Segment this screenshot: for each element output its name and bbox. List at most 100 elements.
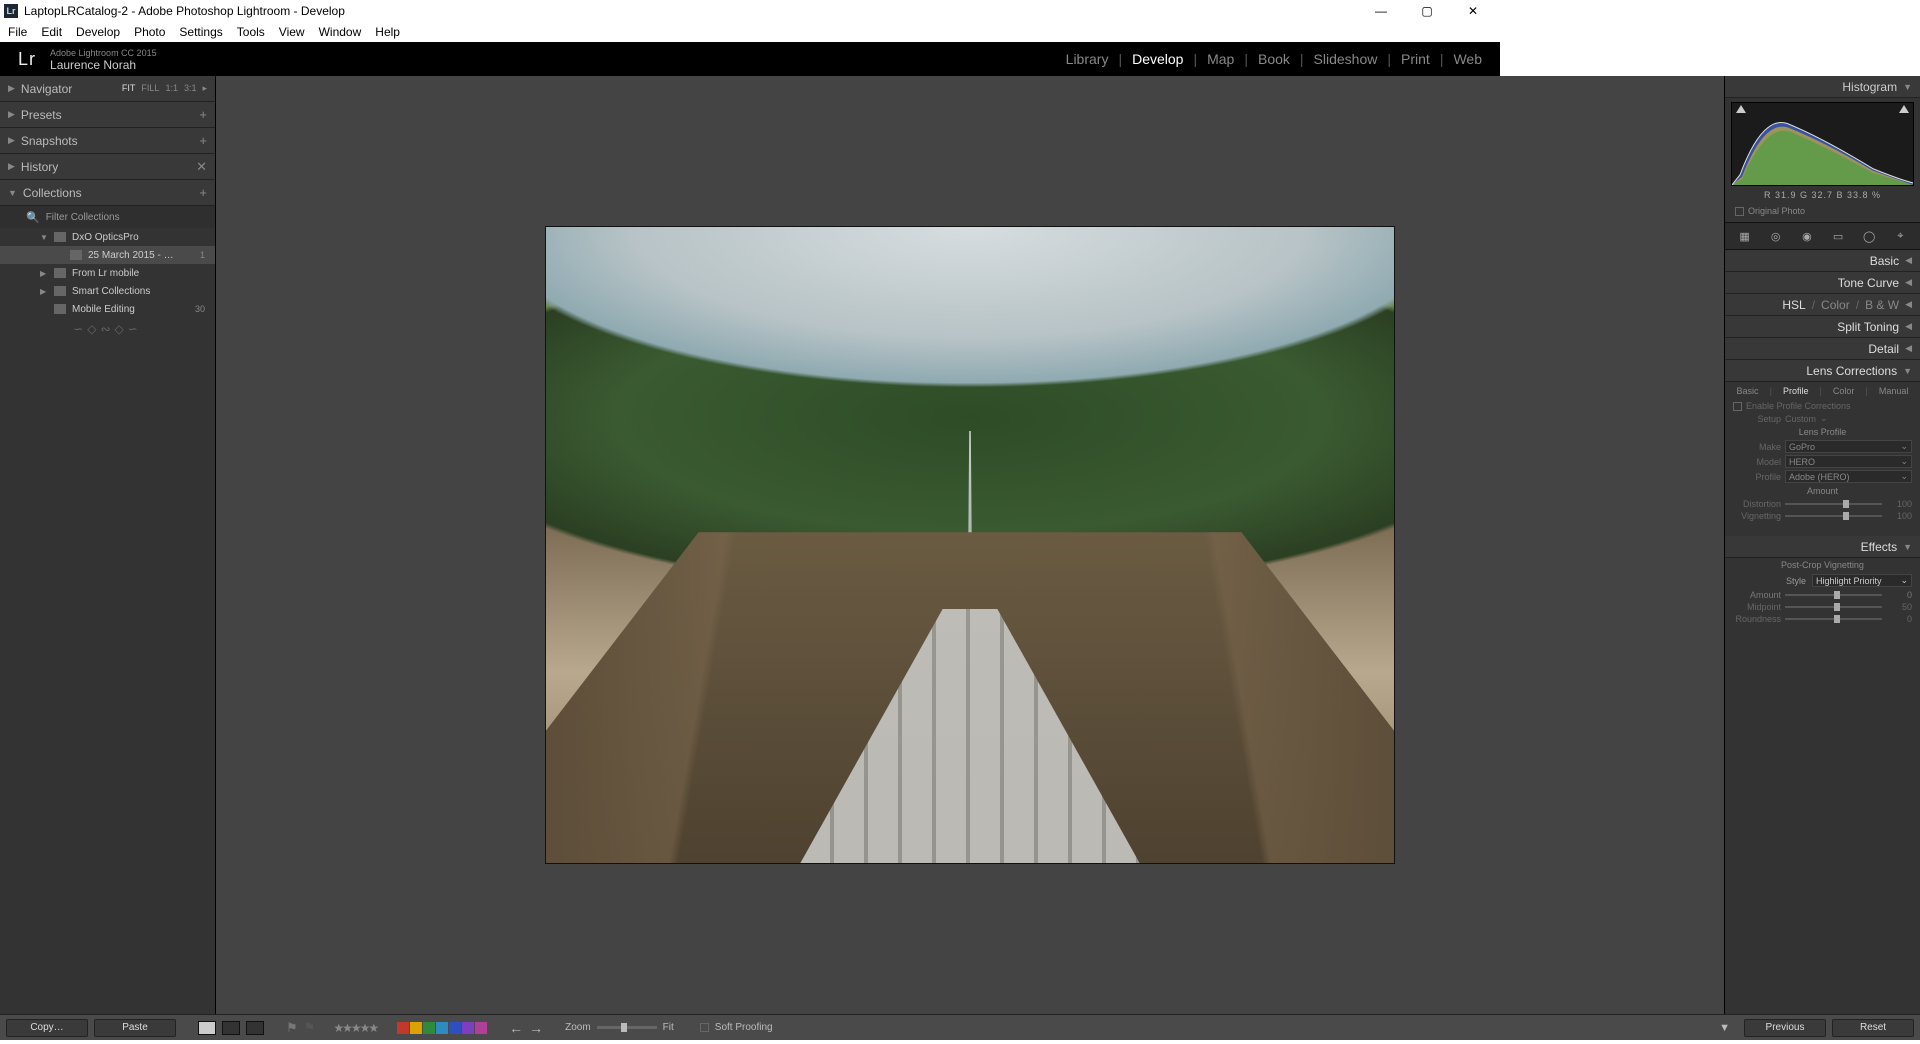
before-after-icon[interactable] <box>222 1021 240 1035</box>
module-map[interactable]: Map <box>1207 51 1234 67</box>
setup-row[interactable]: Setup Custom ⌄ <box>1725 412 1920 425</box>
develop-preview-image[interactable] <box>546 227 1394 863</box>
profile-field[interactable]: Adobe (HERO)⌄ <box>1785 470 1912 483</box>
color-label[interactable] <box>449 1022 461 1034</box>
previous-button[interactable]: Previous <box>1744 1019 1826 1037</box>
add-snapshot-icon[interactable]: + <box>199 133 207 148</box>
filter-collections-input[interactable]: 🔍 Filter Collections <box>0 206 215 228</box>
copy-button[interactable]: Copy… <box>6 1019 88 1037</box>
basic-section[interactable]: Basic◀ <box>1725 250 1920 272</box>
window-minimize-button[interactable]: — <box>1358 0 1404 22</box>
enable-profile-row[interactable]: Enable Profile Corrections <box>1725 400 1920 412</box>
zoom-3to1[interactable]: 3:1 <box>184 83 197 94</box>
lens-tab-manual[interactable]: Manual <box>1879 386 1909 396</box>
collection-item[interactable]: ▶ Smart Collections <box>0 282 215 300</box>
lens-make-row[interactable]: Make GoPro⌄ <box>1725 439 1920 454</box>
vignetting-row[interactable]: Vignetting 100 <box>1725 510 1920 522</box>
menu-help[interactable]: Help <box>375 25 400 39</box>
effects-section[interactable]: Effects▼ <box>1725 536 1920 558</box>
menu-develop[interactable]: Develop <box>76 25 120 39</box>
vignetting-slider[interactable] <box>1785 515 1882 517</box>
image-canvas-area[interactable] <box>216 76 1724 1014</box>
adjustment-brush-icon[interactable]: ⌖ <box>1888 226 1912 246</box>
distortion-row[interactable]: Distortion 100 <box>1725 498 1920 510</box>
lens-tab-basic[interactable]: Basic <box>1737 386 1759 396</box>
distortion-slider[interactable] <box>1785 503 1882 505</box>
collection-item[interactable]: ▶ From Lr mobile <box>0 264 215 282</box>
menu-window[interactable]: Window <box>319 25 362 39</box>
midpoint-slider[interactable] <box>1785 606 1882 608</box>
history-header[interactable]: ▶ History ✕ <box>0 154 215 180</box>
module-print[interactable]: Print <box>1401 51 1430 67</box>
roundness-slider[interactable] <box>1785 618 1882 620</box>
graduated-filter-icon[interactable]: ▭ <box>1826 226 1850 246</box>
soft-proof-checkbox[interactable] <box>700 1023 709 1032</box>
menu-view[interactable]: View <box>279 25 305 39</box>
add-collection-icon[interactable]: + <box>199 185 207 200</box>
menu-edit[interactable]: Edit <box>41 25 62 39</box>
checkbox-icon[interactable] <box>1733 402 1742 411</box>
flag-pick-icon[interactable]: ⚑ <box>286 1020 298 1036</box>
hsl-section[interactable]: HSL/ Color/ B & W ◀ <box>1725 294 1920 316</box>
next-photo-icon[interactable]: → <box>529 1020 543 1036</box>
chevron-icon[interactable]: ▸ <box>202 83 207 94</box>
effects-midpoint-row[interactable]: Midpoint 50 <box>1725 601 1920 613</box>
module-book[interactable]: Book <box>1258 51 1290 67</box>
radial-filter-icon[interactable]: ◯ <box>1857 226 1881 246</box>
color-label[interactable] <box>423 1022 435 1034</box>
color-label[interactable] <box>436 1022 448 1034</box>
menu-photo[interactable]: Photo <box>134 25 165 39</box>
menu-file[interactable]: File <box>8 25 27 39</box>
collections-header[interactable]: ▼ Collections + <box>0 180 215 206</box>
spot-removal-icon[interactable]: ◎ <box>1764 226 1788 246</box>
presets-header[interactable]: ▶ Presets + <box>0 102 215 128</box>
dropdown-icon[interactable]: ⌄ <box>1820 413 1828 424</box>
window-close-button[interactable]: ✕ <box>1450 0 1496 22</box>
collection-item[interactable]: Mobile Editing 30 <box>0 300 215 318</box>
highlight-clipping-icon[interactable] <box>1899 105 1909 113</box>
clear-history-icon[interactable]: ✕ <box>196 159 207 175</box>
shadow-clipping-icon[interactable] <box>1736 105 1746 113</box>
reset-button[interactable]: Reset <box>1832 1019 1914 1037</box>
amount-slider[interactable] <box>1785 594 1882 596</box>
color-label[interactable] <box>475 1022 487 1034</box>
flag-reject-icon[interactable]: ⚑ <box>304 1020 316 1036</box>
module-web[interactable]: Web <box>1453 51 1482 67</box>
histogram-header[interactable]: Histogram ▼ <box>1725 76 1920 98</box>
color-label[interactable] <box>410 1022 422 1034</box>
zoom-fill[interactable]: FILL <box>141 83 159 94</box>
lens-tab-profile[interactable]: Profile <box>1783 386 1809 396</box>
add-preset-icon[interactable]: + <box>199 107 207 122</box>
navigator-header[interactable]: ▶ Navigator FIT FILL 1:1 3:1 ▸ <box>0 76 215 102</box>
redeye-tool-icon[interactable]: ◉ <box>1795 226 1819 246</box>
original-photo-toggle[interactable]: Original Photo <box>1725 204 1920 222</box>
prev-photo-icon[interactable]: ← <box>509 1020 523 1036</box>
zoom-control[interactable]: Zoom Fit <box>565 1022 674 1033</box>
toolbar-options-icon[interactable]: ▼ <box>1719 1022 1730 1034</box>
color-label[interactable] <box>397 1022 409 1034</box>
snapshots-header[interactable]: ▶ Snapshots + <box>0 128 215 154</box>
detail-section[interactable]: Detail◀ <box>1725 338 1920 360</box>
zoom-fit[interactable]: FIT <box>122 83 136 94</box>
effects-style-row[interactable]: Style Highlight Priority⌄ <box>1725 572 1920 589</box>
window-maximize-button[interactable]: ▢ <box>1404 0 1450 22</box>
zoom-slider[interactable] <box>597 1026 657 1029</box>
make-field[interactable]: GoPro⌄ <box>1785 440 1912 453</box>
collection-item[interactable]: 25 March 2015 - … 1 <box>0 246 215 264</box>
before-after-split-icon[interactable] <box>246 1021 264 1035</box>
lens-profile-row[interactable]: Profile Adobe (HERO)⌄ <box>1725 469 1920 484</box>
crop-tool-icon[interactable]: ▦ <box>1733 226 1757 246</box>
rating-stars[interactable]: ★★★★★ <box>333 1021 377 1035</box>
menu-settings[interactable]: Settings <box>179 25 222 39</box>
zoom-1to1[interactable]: 1:1 <box>165 83 178 94</box>
loupe-view-icon[interactable] <box>198 1021 216 1035</box>
histogram-plot[interactable] <box>1731 102 1914 186</box>
identity-plate[interactable]: Adobe Lightroom CC 2015 Laurence Norah <box>50 47 157 71</box>
split-toning-section[interactable]: Split Toning◀ <box>1725 316 1920 338</box>
collection-item[interactable]: ▼ DxO OpticsPro <box>0 228 215 246</box>
style-field[interactable]: Highlight Priority⌄ <box>1812 574 1912 587</box>
menu-tools[interactable]: Tools <box>237 25 265 39</box>
effects-roundness-row[interactable]: Roundness 0 <box>1725 613 1920 625</box>
paste-button[interactable]: Paste <box>94 1019 176 1037</box>
checkbox-icon[interactable] <box>1735 207 1744 216</box>
